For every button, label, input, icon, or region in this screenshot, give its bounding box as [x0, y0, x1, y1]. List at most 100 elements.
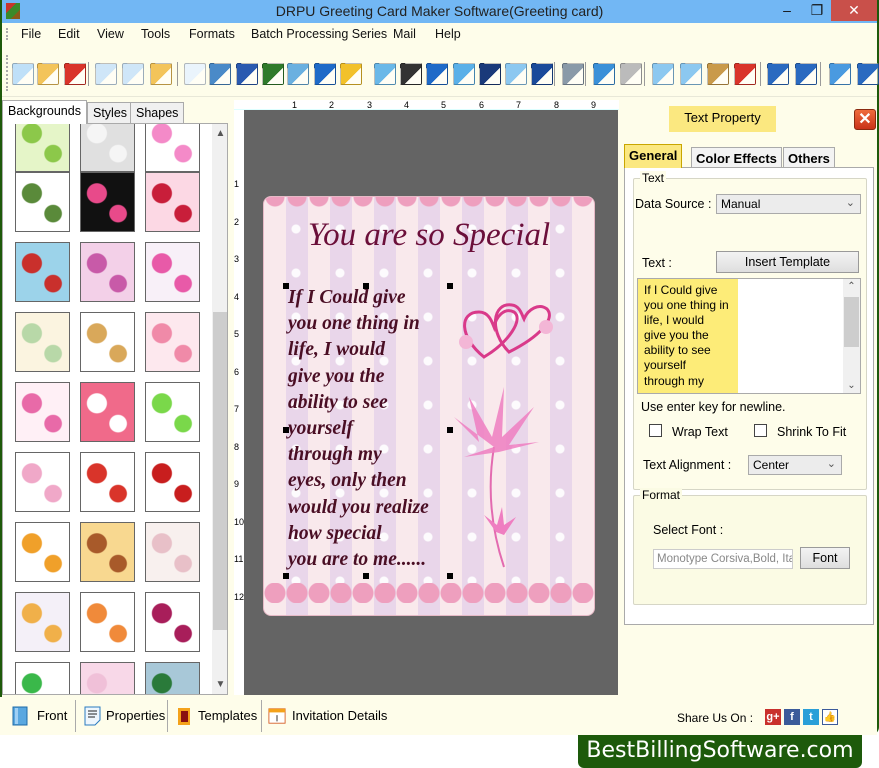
- scroll-down-icon[interactable]: ▼: [212, 679, 227, 690]
- save-icon[interactable]: [95, 63, 117, 85]
- card-title[interactable]: You are so Special: [264, 217, 594, 254]
- tab-general[interactable]: General: [624, 144, 683, 168]
- insert-image-icon[interactable]: [287, 63, 309, 85]
- copy-design-icon[interactable]: [236, 63, 258, 85]
- resize-handle[interactable]: [283, 283, 289, 289]
- scroll-thumb[interactable]: [213, 312, 227, 630]
- thumbnail-white-hearts-bows[interactable]: [80, 452, 135, 512]
- thumbnail-daisies[interactable]: [15, 592, 70, 652]
- maximize-button[interactable]: ❐: [802, 0, 832, 21]
- thumbnail-grey-hearts[interactable]: [80, 124, 135, 172]
- like-icon[interactable]: 👍: [822, 709, 838, 725]
- text-icon[interactable]: [426, 63, 448, 85]
- insert-template-button[interactable]: Insert Template: [716, 251, 859, 273]
- thumbnail-teddy-card[interactable]: [80, 522, 135, 582]
- thumbnail-kids-cars[interactable]: [145, 124, 200, 172]
- resize-handle[interactable]: [447, 283, 453, 289]
- resize-handle[interactable]: [447, 573, 453, 579]
- scroll-up-icon[interactable]: ▲: [212, 128, 227, 139]
- double-hearts-image[interactable]: [454, 297, 564, 367]
- thumbnail-green-trees[interactable]: [15, 124, 70, 172]
- close-window-button[interactable]: ✕: [831, 0, 877, 21]
- text-input[interactable]: If I Could give you one thing in life, I…: [637, 278, 861, 394]
- database-icon[interactable]: [562, 63, 584, 85]
- word-art-icon[interactable]: [453, 63, 475, 85]
- scroll-thumb[interactable]: [844, 297, 859, 347]
- menu-file[interactable]: File: [21, 27, 41, 41]
- thumbnail-santa-gifts[interactable]: [15, 242, 70, 302]
- scroll-up-icon[interactable]: ⌃: [843, 281, 860, 292]
- menu-formats[interactable]: Formats: [189, 27, 235, 41]
- menu-mail[interactable]: Mail: [393, 27, 416, 41]
- open-icon[interactable]: [37, 63, 59, 85]
- thumbnail-snowmen[interactable]: [145, 662, 200, 694]
- invitation-details-button[interactable]: Invitation Details: [268, 697, 387, 735]
- google-plus-icon[interactable]: g+: [765, 709, 781, 725]
- facebook-icon[interactable]: f: [784, 709, 800, 725]
- thumbnail-pastel-stripes[interactable]: [15, 312, 70, 372]
- tab-shapes[interactable]: Shapes: [130, 102, 185, 124]
- data-source-dropdown[interactable]: Manual ⌄: [716, 194, 861, 214]
- resize-handle[interactable]: [283, 427, 289, 433]
- thumbnail-red-clover[interactable]: [145, 452, 200, 512]
- signature-icon[interactable]: [314, 63, 336, 85]
- thumbnail-kids-rainbow[interactable]: [15, 452, 70, 512]
- font-field[interactable]: Monotype Corsiva,Bold, Italic: [653, 549, 793, 569]
- resize-handle[interactable]: [447, 427, 453, 433]
- shapes-icon[interactable]: [340, 63, 362, 85]
- thumbnail-cherries[interactable]: [145, 592, 200, 652]
- thumbnail-pink-dress[interactable]: [145, 312, 200, 372]
- thumbnail-teddy-bear[interactable]: [80, 312, 135, 372]
- greeting-card[interactable]: You are so Special If I Could give you o…: [263, 196, 595, 616]
- open-template-icon[interactable]: [150, 63, 172, 85]
- thumbnail-fireworks[interactable]: [80, 172, 135, 232]
- save-as-icon[interactable]: [122, 63, 144, 85]
- resize-handle[interactable]: [363, 573, 369, 579]
- thumbnail-pink-circles[interactable]: [80, 242, 135, 302]
- properties-icon[interactable]: [184, 63, 206, 85]
- thumbnail-heart-frame-bears[interactable]: [80, 382, 135, 442]
- resize-handle[interactable]: [363, 283, 369, 289]
- close-panel-button[interactable]: ✕: [854, 109, 876, 130]
- pink-lily-image[interactable]: [424, 387, 544, 577]
- menu-edit[interactable]: Edit: [58, 27, 80, 41]
- font-button[interactable]: Font: [800, 547, 850, 569]
- background-icon[interactable]: [262, 63, 284, 85]
- thumbnail-floral-pastel[interactable]: [145, 522, 200, 582]
- symbol-icon[interactable]: [479, 63, 501, 85]
- tab-backgrounds[interactable]: Backgrounds: [2, 100, 87, 124]
- line-icon[interactable]: [531, 63, 553, 85]
- wrap-text-checkbox[interactable]: [649, 424, 662, 437]
- close-icon[interactable]: [64, 63, 86, 85]
- menu-batch-processing[interactable]: Batch Processing Series: [251, 27, 387, 41]
- menu-help[interactable]: Help: [435, 27, 461, 41]
- twitter-icon[interactable]: t: [803, 709, 819, 725]
- thumbnail-hearts-butterflies[interactable]: [15, 382, 70, 442]
- thumbnail-easter-bunnies[interactable]: [145, 382, 200, 442]
- thumbnail-green-hearts-ornament[interactable]: [15, 172, 70, 232]
- properties-button[interactable]: Properties: [84, 697, 165, 735]
- thumbnail-birthday-party[interactable]: [80, 592, 135, 652]
- thumbnail-scrollbar[interactable]: ▲ ▼: [212, 124, 227, 694]
- new-icon[interactable]: [12, 63, 34, 85]
- minimize-button[interactable]: –: [772, 0, 802, 21]
- shrink-to-fit-checkbox[interactable]: [754, 424, 767, 437]
- mail-icon[interactable]: [505, 63, 527, 85]
- tab-others[interactable]: Others: [783, 147, 835, 168]
- watermark-icon[interactable]: [374, 63, 396, 85]
- paste-icon[interactable]: [707, 63, 729, 85]
- thumbnail-pink-texture[interactable]: [80, 662, 135, 694]
- delete-icon[interactable]: [734, 63, 756, 85]
- tab-color-effects[interactable]: Color Effects: [691, 147, 782, 168]
- resize-handle[interactable]: [283, 573, 289, 579]
- thumbnail-red-hearts[interactable]: [145, 172, 200, 232]
- actual-size-icon[interactable]: [857, 63, 879, 85]
- thumbnail-stars[interactable]: [15, 662, 70, 694]
- scroll-down-icon[interactable]: ⌄: [843, 380, 860, 391]
- undo-icon[interactable]: [593, 63, 615, 85]
- thumbnail-butterflies[interactable]: [15, 522, 70, 582]
- print-icon[interactable]: [209, 63, 231, 85]
- bring-front-icon[interactable]: [767, 63, 789, 85]
- send-back-icon[interactable]: [795, 63, 817, 85]
- thumbnail-pink-flowers[interactable]: [145, 242, 200, 302]
